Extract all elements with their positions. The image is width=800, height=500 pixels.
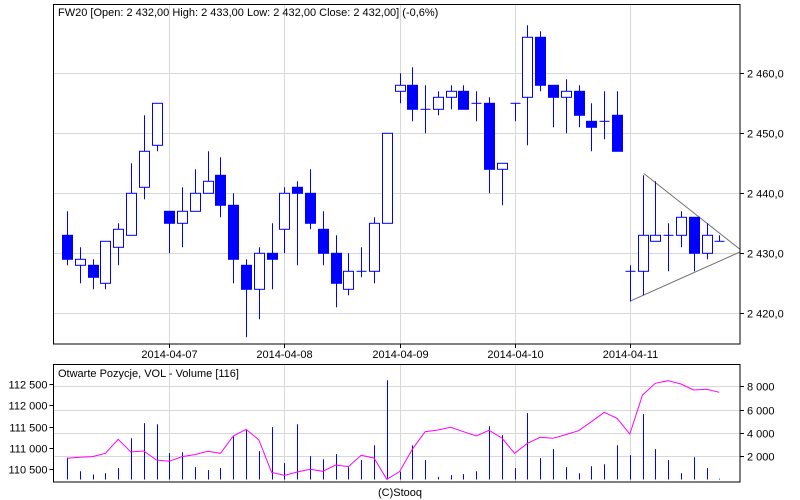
candle-bullish bbox=[152, 102, 163, 146]
candle-bearish bbox=[331, 252, 342, 284]
candle-bullish bbox=[369, 222, 380, 272]
candle-bullish bbox=[702, 234, 713, 254]
candle-bullish bbox=[522, 36, 533, 98]
candle-bearish bbox=[689, 216, 700, 254]
oi-tick-label: 112 000 bbox=[9, 401, 48, 413]
price-tick-label: 2 430,0 bbox=[747, 249, 784, 261]
candle-bullish bbox=[676, 216, 687, 236]
oi-tick-label: 112 500 bbox=[9, 380, 48, 392]
candle-bullish bbox=[254, 252, 265, 290]
candle-bearish bbox=[458, 90, 469, 110]
candle-bullish bbox=[638, 234, 649, 272]
price-tick-label: 2 460,0 bbox=[747, 69, 784, 81]
price-tick-label: 2 420,0 bbox=[747, 309, 784, 321]
candle-bullish bbox=[433, 96, 444, 110]
candle-bearish bbox=[215, 174, 226, 206]
candle-bullish bbox=[279, 192, 290, 230]
candle-bearish bbox=[484, 102, 495, 170]
candle-bullish bbox=[139, 150, 150, 188]
candle-bullish bbox=[650, 234, 661, 242]
candle-bearish bbox=[548, 84, 559, 98]
candle-bullish bbox=[126, 192, 137, 236]
candle-bearish bbox=[535, 36, 546, 86]
price-title: FW20 [Open: 2 432,00 High: 2 433,00 Low:… bbox=[58, 7, 438, 19]
candle-bullish bbox=[100, 240, 111, 284]
candle-bullish bbox=[75, 258, 86, 266]
copyright: (C)Stooq bbox=[378, 487, 422, 499]
date-label: 2014-04-09 bbox=[372, 349, 428, 361]
date-label: 2014-04-08 bbox=[256, 349, 312, 361]
date-label: 2014-04-11 bbox=[603, 349, 658, 361]
oi-tick-label: 111 500 bbox=[9, 423, 47, 435]
candle-bullish bbox=[395, 84, 406, 92]
candle-bearish bbox=[574, 90, 585, 116]
candle-bearish bbox=[164, 210, 175, 224]
candle-bearish bbox=[407, 84, 418, 110]
candle-bearish bbox=[586, 120, 597, 128]
candle-bearish bbox=[305, 192, 316, 224]
candle-bullish bbox=[497, 162, 508, 170]
volume-title: Otwarte Pozycje, VOL - Volume [116] bbox=[58, 368, 239, 380]
oi-tick-label: 110 500 bbox=[9, 465, 48, 477]
candle-bearish bbox=[88, 264, 99, 278]
candle-bullish bbox=[190, 192, 201, 212]
candle-bearish bbox=[318, 228, 329, 254]
candle-bearish bbox=[241, 264, 252, 290]
volume-tick-label: 6 000 bbox=[747, 406, 775, 418]
oi-tick-label: 111 000 bbox=[9, 444, 47, 456]
candle-bearish bbox=[267, 252, 278, 260]
price-tick-label: 2 440,0 bbox=[747, 189, 784, 201]
candle-bearish bbox=[292, 186, 303, 194]
candle-bearish bbox=[62, 234, 73, 260]
volume-tick-label: 2 000 bbox=[747, 452, 775, 464]
volume-tick-label: 8 000 bbox=[747, 382, 775, 394]
candle-bullish bbox=[343, 270, 354, 290]
candle-bullish bbox=[113, 228, 124, 248]
candle-bullish bbox=[382, 132, 393, 224]
candle-bearish bbox=[228, 204, 239, 260]
candle-bullish bbox=[177, 210, 188, 224]
date-label: 2014-04-10 bbox=[487, 349, 543, 361]
candle-bullish bbox=[446, 90, 457, 98]
chart-canvas: 2 420,0 2 430,0 2 440,0 2 450,0 2 460,0 2014-… bbox=[0, 0, 800, 500]
candle-bearish bbox=[612, 114, 623, 152]
price-tick-label: 2 450,0 bbox=[747, 129, 784, 141]
candle-bullish bbox=[203, 180, 214, 194]
date-label: 2014-04-07 bbox=[141, 349, 197, 361]
candle-bullish bbox=[561, 90, 572, 98]
volume-tick-label: 4 000 bbox=[747, 429, 775, 441]
